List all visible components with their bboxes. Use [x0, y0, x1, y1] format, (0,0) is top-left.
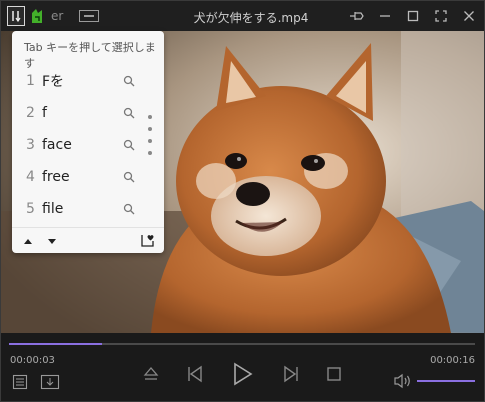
favorite-icon[interactable]: [140, 232, 156, 248]
app-name: er: [51, 9, 64, 23]
candidate-word: file: [42, 201, 64, 217]
candidate-number: 2: [26, 105, 35, 121]
search-icon[interactable]: [122, 74, 136, 88]
volume-icon[interactable]: [393, 373, 413, 389]
media-player-window: er 犬が欠伸をする.mp4 Tab キーを押して選択します 1 Fを 2 f …: [0, 0, 485, 402]
playlist-icon[interactable]: [12, 374, 28, 390]
ime-candidate-popup: Tab キーを押して選択します 1 Fを 2 f 3 face 4 free 5…: [12, 31, 164, 253]
title-bar-left: er: [7, 6, 63, 26]
search-icon[interactable]: [122, 170, 136, 184]
download-icon[interactable]: [40, 374, 60, 390]
search-icon[interactable]: [122, 202, 136, 216]
next-icon[interactable]: [282, 365, 300, 383]
volume-slider-fill: [417, 380, 475, 382]
candidate-item[interactable]: 4 free: [26, 165, 136, 189]
seek-bar-fill: [9, 343, 103, 345]
minimize-icon[interactable]: [376, 7, 394, 25]
maximize-icon[interactable]: [404, 7, 422, 25]
player-controls: 00:00:03 00:00:16: [1, 333, 484, 401]
title-bar: er 犬が欠伸をする.mp4: [1, 1, 484, 31]
ime-mode-icon[interactable]: [7, 6, 25, 26]
window-title: 犬が欠伸をする.mp4: [193, 11, 309, 25]
pin-icon[interactable]: [348, 7, 366, 25]
candidate-word: free: [42, 169, 70, 185]
previous-icon[interactable]: [186, 365, 204, 383]
popup-footer: [12, 227, 164, 253]
play-icon[interactable]: [230, 362, 254, 386]
page-up-icon[interactable]: [22, 235, 34, 247]
candidate-number: 3: [26, 137, 35, 153]
menu-icon[interactable]: [79, 10, 99, 22]
page-indicator: [148, 115, 154, 163]
fullscreen-icon[interactable]: [432, 7, 450, 25]
candidate-number: 1: [26, 73, 35, 89]
search-icon[interactable]: [122, 138, 136, 152]
candidate-item[interactable]: 2 f: [26, 101, 136, 125]
candidate-item[interactable]: 3 face: [26, 133, 136, 157]
close-icon[interactable]: [460, 7, 478, 25]
eject-icon[interactable]: [143, 365, 159, 383]
candidate-item[interactable]: 5 file: [26, 197, 136, 221]
candidate-word: f: [42, 105, 47, 121]
current-time: 00:00:03: [10, 355, 55, 366]
candidate-word: face: [42, 137, 72, 153]
seek-bar[interactable]: [9, 343, 475, 345]
popup-hint: Tab キーを押して選択します: [24, 41, 156, 70]
search-icon[interactable]: [122, 106, 136, 120]
volume-slider[interactable]: [417, 380, 475, 382]
candidate-word: Fを: [42, 74, 65, 90]
page-down-icon[interactable]: [46, 235, 58, 247]
window-controls: [348, 1, 478, 31]
total-time: 00:00:16: [430, 355, 475, 366]
ime-logo-icon[interactable]: [29, 6, 45, 26]
candidate-number: 5: [26, 201, 35, 217]
candidate-number: 4: [26, 169, 35, 185]
stop-icon[interactable]: [326, 366, 342, 382]
candidate-item[interactable]: 1 Fを: [26, 69, 136, 93]
